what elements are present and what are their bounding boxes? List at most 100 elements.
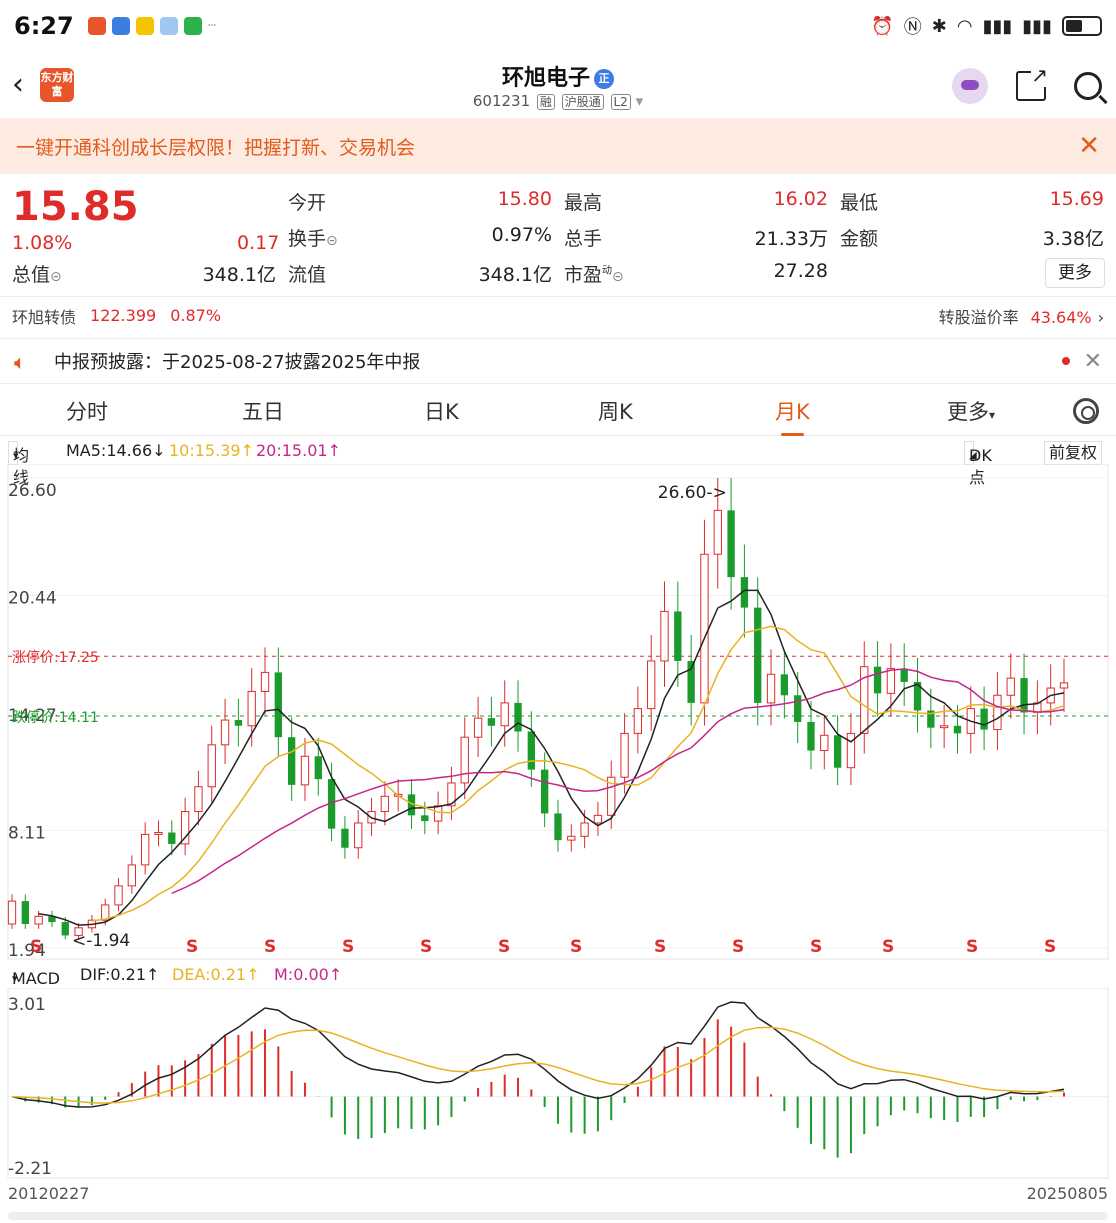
mcap-label[interactable]: 总值⊝ bbox=[12, 260, 62, 287]
bluetooth-icon: ✱ bbox=[931, 15, 947, 37]
promo-banner[interactable]: 一键开通科创成长层权限！把握打新、交易机会 ✕ bbox=[0, 118, 1116, 174]
assistant-avatar[interactable] bbox=[952, 68, 988, 104]
end-date: 20250805 bbox=[1026, 1184, 1108, 1203]
period-tabs: 分时 五日 日K 周K 月K 更多▾ bbox=[0, 386, 1116, 436]
wechat-icon bbox=[183, 17, 202, 35]
ma10-line bbox=[91, 625, 1065, 922]
convertible-bond-row[interactable]: 环旭转债 122.399 0.87% 转股溢价率 43.64% › bbox=[0, 296, 1116, 334]
tab-five-day[interactable]: 五日 bbox=[242, 396, 284, 426]
tab-weekly-k[interactable]: 周K bbox=[598, 396, 633, 426]
bond-price: 122.399 bbox=[90, 306, 157, 325]
candle-body bbox=[274, 672, 282, 738]
candle-body bbox=[220, 719, 230, 746]
app-notification-icon bbox=[135, 17, 154, 35]
chevron-down-icon: ▾ bbox=[635, 92, 644, 110]
candle-body bbox=[593, 814, 603, 824]
y-tick-label: 26.60 bbox=[8, 481, 57, 501]
candle-body bbox=[247, 690, 256, 727]
level2-tag: L2 bbox=[610, 94, 631, 110]
dea-line bbox=[11, 1026, 1065, 1104]
dea-value: DEA:0.21↑ bbox=[172, 965, 260, 984]
candle-body bbox=[514, 702, 522, 732]
tab-intraday[interactable]: 分时 bbox=[66, 396, 108, 426]
gear-icon[interactable] bbox=[1073, 398, 1099, 424]
sell-signal: S bbox=[654, 937, 666, 957]
search-icon[interactable] bbox=[1074, 72, 1102, 100]
candle-body bbox=[766, 673, 776, 704]
kline-chart[interactable]: 26.6020.4414.278.111.94涨停价:17.25跌停价:14.1… bbox=[0, 464, 1116, 960]
candle-body bbox=[873, 666, 882, 694]
macd-lines bbox=[11, 1001, 1065, 1108]
candle-body bbox=[34, 915, 43, 925]
macd-max-label: 3.01 bbox=[8, 995, 46, 1015]
candle-body bbox=[939, 725, 949, 729]
candle-body bbox=[794, 695, 802, 722]
macd-chart[interactable]: 3.01 -2.21 bbox=[0, 988, 1116, 1180]
chevron-right-icon: › bbox=[1097, 307, 1104, 327]
dk-point-button[interactable]: DK点 ◢ bbox=[964, 441, 992, 487]
low-value: 15.69 bbox=[1049, 188, 1104, 210]
high-label: 最高 bbox=[564, 192, 603, 214]
info-icon: ⊝ bbox=[612, 269, 624, 285]
candle-body bbox=[807, 721, 815, 751]
tab-more[interactable]: 更多▾ bbox=[947, 396, 995, 426]
candle-body bbox=[713, 509, 722, 555]
limit-up-label: 涨停价:17.25 bbox=[12, 649, 99, 666]
sell-signal: S bbox=[732, 937, 744, 957]
macd-legend: MACD ▾ DIF:0.21↑ DEA:0.21↑ M:0.00↑ bbox=[0, 962, 1116, 988]
date-axis: 20120227 20250805 bbox=[0, 1182, 1116, 1206]
macd-m-value: M:0.00↑ bbox=[274, 965, 343, 984]
change-percent: 1.08% bbox=[12, 232, 73, 254]
candle-body bbox=[300, 755, 310, 786]
candles bbox=[7, 478, 1069, 940]
signal-icon: ▮▮▮ bbox=[1022, 15, 1052, 37]
ma-selector[interactable]: 均线 ▾ bbox=[8, 441, 29, 487]
stock-code-line[interactable]: 601231 融 沪股通 L2 ▾ bbox=[0, 92, 1116, 110]
candle-body bbox=[820, 734, 829, 752]
sell-signal: S bbox=[264, 937, 276, 957]
notice-text: 中报预披露：于2025-08-27披露2025年中报 bbox=[54, 352, 421, 373]
volume-value: 21.33万 bbox=[754, 228, 828, 250]
candle-body bbox=[114, 885, 123, 906]
candle-body bbox=[354, 822, 363, 849]
candle-body bbox=[460, 736, 469, 784]
ma-legend: 均线 ▾ MA5:14.66↓ 10:15.39↑ 20:15.01↑ DK点 ◢ … bbox=[0, 438, 1116, 487]
close-icon[interactable]: ✕ bbox=[1078, 131, 1100, 161]
tab-monthly-k[interactable]: 月K bbox=[775, 396, 810, 436]
candle-body bbox=[260, 671, 270, 692]
status-bar: 6:27 ··· ⏰ Ⓝ ✱ ◠ ▮▮▮ ▮▮▮ bbox=[0, 0, 1116, 52]
chevron-down-icon: ▾ bbox=[989, 408, 996, 422]
candle-body bbox=[180, 811, 190, 845]
candle-body bbox=[660, 610, 669, 662]
candle-body bbox=[21, 901, 29, 924]
candle-body bbox=[953, 725, 962, 734]
candle-body bbox=[207, 744, 216, 788]
close-icon[interactable]: ✕ bbox=[1084, 349, 1102, 374]
adjust-mode-button[interactable]: 前复权 bbox=[1044, 441, 1103, 465]
candle-body bbox=[633, 708, 643, 734]
candle-body bbox=[900, 668, 908, 682]
disclosure-notice[interactable]: 🔈︎ 中报预披露：于2025-08-27披露2025年中报 ✕ bbox=[0, 338, 1116, 384]
sell-signal: S bbox=[498, 937, 510, 957]
macd-histogram bbox=[24, 1019, 1065, 1158]
stock-name: 环旭电子 bbox=[501, 66, 590, 91]
chart-scrollbar[interactable] bbox=[8, 1212, 1108, 1220]
candle-body bbox=[993, 694, 1002, 731]
float-value: 348.1亿 bbox=[478, 264, 552, 286]
candle-body bbox=[168, 832, 176, 844]
share-icon[interactable] bbox=[1016, 63, 1048, 101]
candle-body bbox=[754, 607, 762, 703]
signal-icon: ▮▮▮ bbox=[982, 15, 1013, 37]
sell-signal: S bbox=[810, 937, 822, 957]
turnover-label[interactable]: 换手⊝ bbox=[288, 224, 338, 251]
info-icon: ⊝ bbox=[50, 269, 62, 285]
ma10-value: 10:15.39↑ bbox=[169, 441, 254, 460]
indicator-selector[interactable]: MACD ▾ bbox=[8, 965, 60, 989]
current-price: 15.85 bbox=[12, 184, 139, 230]
more-button[interactable]: 更多 bbox=[1045, 258, 1105, 288]
candle-body bbox=[380, 795, 390, 813]
pe-label[interactable]: 市盈动⊝ bbox=[564, 260, 624, 287]
notification-icons: ··· bbox=[87, 17, 216, 35]
verified-badge-icon: 正 bbox=[594, 69, 614, 89]
tab-daily-k[interactable]: 日K bbox=[424, 396, 459, 426]
